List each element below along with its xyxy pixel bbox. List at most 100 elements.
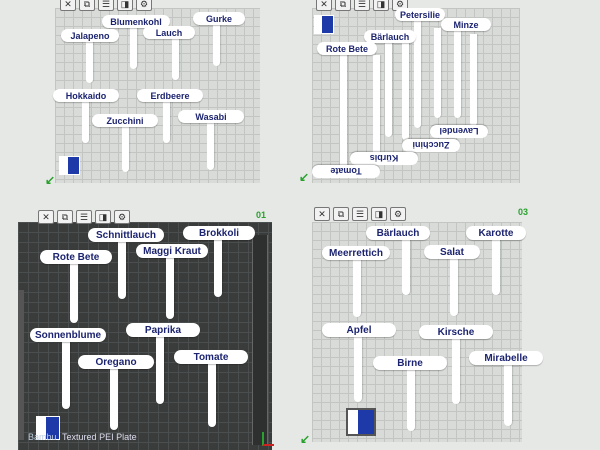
label-stem [62,341,70,409]
label-stem [454,30,461,118]
label-stem [208,363,216,427]
label-stem [118,241,126,299]
close-icon[interactable]: ✕ [60,0,76,11]
gear-icon[interactable]: ⚙ [136,0,152,11]
list-icon[interactable]: ☰ [98,0,114,11]
close-icon[interactable]: ✕ [316,0,332,11]
list-icon[interactable]: ☰ [352,207,368,221]
plant-label[interactable]: Tomate [174,350,248,364]
plant-label[interactable]: Karotte [466,226,526,240]
plate-toolbar-bottom-left: ✕ ⧉ ☰ ◨ ⚙ [38,210,130,224]
plant-label[interactable]: Rote Bete [317,42,377,55]
plate-flag-icon [314,15,334,34]
plate-number: 03 [518,207,529,217]
label-stem [452,338,460,404]
label-stem [450,258,458,316]
plate-corner-marker-icon: ↙ [299,170,310,184]
plate-number: 01 [256,210,267,220]
label-stem [163,101,170,143]
plant-label[interactable]: Mirabelle [469,351,543,365]
toggle-icon[interactable]: ◨ [117,0,133,11]
label-stem [156,336,164,404]
plant-label[interactable]: Lauch [143,26,195,39]
plant-label[interactable]: Gurke [193,12,245,25]
plant-label[interactable]: Zucchini [402,139,460,152]
label-stem [214,239,222,297]
plant-label-text: Lavendel [439,126,479,137]
plant-label[interactable]: Petersilie [395,8,445,21]
close-icon[interactable]: ✕ [314,207,330,221]
plate-flag-icon [59,156,80,175]
plant-label[interactable]: Birne [373,356,447,370]
plant-label[interactable]: Minze [441,18,491,31]
label-stem [470,34,477,126]
plant-label[interactable]: Wasabi [178,110,244,123]
toggle-icon[interactable]: ◨ [95,210,111,224]
toggle-icon[interactable]: ◨ [371,207,387,221]
plant-label-text: Kürbis [369,153,399,164]
gear-icon[interactable]: ⚙ [114,210,130,224]
plant-label[interactable]: Schnittlauch [88,228,164,242]
plant-label[interactable]: Apfel [322,323,396,337]
list-icon[interactable]: ☰ [76,210,92,224]
plate-toolbar-top-left: ✕ ⧉ ☰ ◨ ⚙ [60,0,152,11]
plate-caption: Textured PEI Plate [62,432,137,442]
plant-label[interactable]: Lavendel [430,125,488,138]
label-stem [213,24,220,66]
plant-label-text: Wasabi [195,111,227,122]
plate-edge-rail [252,235,268,445]
label-stem [402,239,410,295]
plant-label-text: Apfel [346,324,372,336]
plant-label-text: Bärlauch [370,31,410,42]
plant-label[interactable]: Meerrettich [322,246,390,260]
gear-icon[interactable]: ⚙ [390,207,406,221]
plant-label-text: Hokkaido [65,90,107,101]
label-stem [340,54,347,168]
label-stem [122,126,129,172]
plant-label[interactable]: Paprika [126,323,200,337]
plant-label[interactable]: Oregano [78,355,154,369]
plant-label[interactable]: Kirsche [419,325,493,339]
toggle-icon[interactable]: ◨ [373,0,389,11]
plant-label-text: Meerrettich [329,247,383,259]
label-stem [385,42,392,137]
plant-label[interactable]: Rote Bete [40,250,112,264]
close-icon[interactable]: ✕ [38,210,54,224]
plant-label[interactable]: Jalapeno [61,29,119,42]
plant-label-text: Sonnenblume [34,329,102,341]
plate-caption-bar: Bambu Textured PEI Plate [28,432,137,442]
plant-label[interactable]: Erdbeere [137,89,203,102]
axis-corner-icon [262,432,274,446]
plant-label-text: Salat [440,246,464,258]
label-stem [130,27,137,69]
plant-label-text: Erdbeere [150,90,190,101]
list-icon[interactable]: ☰ [354,0,370,11]
copy-icon[interactable]: ⧉ [335,0,351,11]
plant-label-text: Zucchini [412,140,450,151]
plant-label-text: Lauch [155,27,183,38]
plant-label-text: Gurke [205,13,232,24]
plant-label-text: Paprika [144,324,182,336]
plant-label[interactable]: Zucchini [92,114,158,127]
bambu-label: Bambu [28,432,57,442]
label-stem [354,336,362,402]
copy-icon[interactable]: ⧉ [79,0,95,11]
label-stem [373,55,380,155]
plant-label[interactable]: Sonnenblume [30,328,106,342]
plant-label[interactable]: Maggi Kraut [136,244,208,258]
copy-icon[interactable]: ⧉ [57,210,73,224]
copy-icon[interactable]: ⧉ [333,207,349,221]
plant-label-text: Jalapeno [70,30,110,41]
plant-label[interactable]: Tomate [312,165,380,178]
plant-label[interactable]: Bärlauch [366,226,430,240]
label-stem [110,368,118,430]
plant-label[interactable]: Kürbis [350,152,418,165]
plate-corner-marker-icon: ↙ [45,173,56,187]
plant-label[interactable]: Salat [424,245,480,259]
plant-label[interactable]: Hokkaido [53,89,119,102]
plant-label[interactable]: Bärlauch [364,30,416,43]
label-stem [504,364,512,426]
label-stem [492,239,500,295]
plate-corner-marker-icon: ↙ [300,432,311,446]
plant-label[interactable]: Brokkoli [183,226,255,240]
